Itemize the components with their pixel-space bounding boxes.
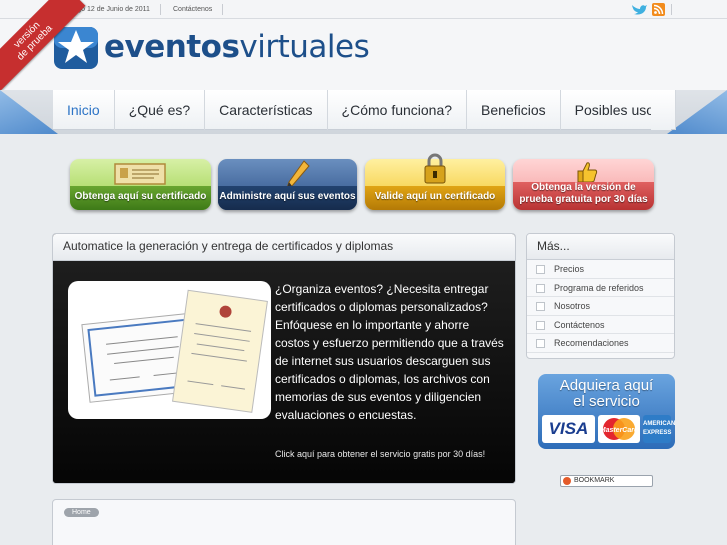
- get-certificate-button[interactable]: Obtenga aquí su certificado: [70, 159, 211, 210]
- sidebar-item-recomendaciones[interactable]: Recomendaciones: [527, 334, 674, 353]
- certificate-icon: [114, 163, 166, 185]
- breadcrumb-home[interactable]: Home: [64, 508, 99, 517]
- certificates-image: [68, 281, 271, 419]
- nav-item-que-es[interactable]: ¿Qué es?: [115, 90, 206, 130]
- sidebar-item-precios[interactable]: Precios: [527, 260, 674, 279]
- buy-service-banner[interactable]: Adquiera aquí el servicio VISA MasterCar…: [538, 374, 675, 449]
- bookmark-label: BOOKMARK: [574, 477, 615, 484]
- bullet-icon: [536, 320, 545, 330]
- divider: [222, 4, 223, 15]
- mastercard-text: MasterCard: [600, 427, 639, 434]
- sidebar-item-label: Programa de referidos: [554, 282, 644, 293]
- validate-certificate-button[interactable]: Valide aquí un certificado: [365, 153, 505, 210]
- manage-events-label: Administre aquí sus eventos: [219, 191, 356, 202]
- free-trial-link[interactable]: Click aquí para obtener el servicio grat…: [275, 449, 485, 459]
- top-bar: mingo 12 de Junio de 2011 Contáctenos: [0, 0, 727, 19]
- intro-body: ¿Organiza eventos? ¿Necesita entregar ce…: [53, 261, 515, 483]
- content-panel: Home: [52, 499, 516, 545]
- star-icon[interactable]: [53, 26, 99, 70]
- rss-icon[interactable]: [652, 3, 665, 16]
- main-nav: Inicio ¿Qué es? Características ¿Cómo fu…: [53, 90, 677, 130]
- nav-item-beneficios[interactable]: Beneficios: [467, 90, 561, 130]
- divider: [671, 4, 672, 15]
- bookmark-button[interactable]: BOOKMARK: [560, 475, 653, 487]
- validate-certificate-label: Valide aquí un certificado: [374, 191, 496, 202]
- nav-item-inicio[interactable]: Inicio: [53, 90, 115, 130]
- nav-tail: [651, 90, 671, 130]
- site-header: eventosvirtuales: [0, 19, 727, 91]
- thumbs-up-icon: [577, 162, 598, 183]
- get-certificate-label: Obtenga aquí su certificado: [74, 191, 207, 202]
- sidebar-item-nosotros[interactable]: Nosotros: [527, 297, 674, 316]
- logo-light: virtuales: [239, 29, 370, 65]
- sidebar-item-referidos[interactable]: Programa de referidos: [527, 279, 674, 297]
- twitter-icon[interactable]: [631, 3, 647, 16]
- bookmark-icon: [563, 477, 571, 485]
- manage-events-button[interactable]: Administre aquí sus eventos: [218, 159, 357, 210]
- sidebar-item-contactenos[interactable]: Contáctenos: [527, 316, 674, 334]
- free-trial-line2: prueba gratuita por 30 días: [519, 194, 648, 205]
- buy-title-line1: Adquiera aquí: [559, 377, 654, 394]
- amex-logo: AMERICAN EXPRESS: [643, 415, 675, 443]
- sidebar-title: Más...: [527, 234, 674, 260]
- nav-item-caracteristicas[interactable]: Características: [205, 90, 328, 130]
- free-trial-button[interactable]: Obtenga la versión de prueba gratuita po…: [513, 159, 654, 210]
- bullet-icon: [536, 265, 545, 274]
- buy-title-line2: el servicio: [573, 393, 640, 410]
- sidebar-item-label: Nosotros: [554, 301, 591, 311]
- intro-paragraph: ¿Organiza eventos? ¿Necesita entregar ce…: [275, 282, 504, 422]
- nav-item-como-funciona[interactable]: ¿Cómo funciona?: [328, 90, 468, 130]
- payment-cards: VISA MasterCard AMERICAN EXPRESS: [542, 415, 675, 443]
- bullet-icon: [536, 339, 545, 348]
- site-logo[interactable]: eventosvirtuales: [104, 29, 370, 65]
- nav-decoration-left: [0, 90, 58, 134]
- intro-panel: Automatice la generación y entrega de ce…: [52, 233, 516, 484]
- sidebar-item-label: Precios: [554, 264, 585, 274]
- top-contact-link[interactable]: Contáctenos: [173, 6, 212, 13]
- sidebar-item-label: Recomendaciones: [554, 338, 629, 348]
- logo-bold: eventos: [104, 29, 240, 65]
- intro-title: Automatice la generación y entrega de ce…: [53, 234, 515, 261]
- mastercard-logo: MasterCard: [598, 415, 640, 443]
- visa-logo: VISA: [542, 415, 595, 443]
- free-trial-line1: Obtenga la versión de: [531, 182, 636, 193]
- free-trial-label: Obtenga la versión de prueba gratuita po…: [513, 182, 654, 206]
- sidebar-item-label: Contáctenos: [554, 319, 605, 330]
- sidebar-more: Más... Precios Programa de referidos Nos…: [526, 233, 675, 359]
- divider: [160, 4, 161, 15]
- bullet-icon: [536, 283, 545, 293]
- lock-icon: [424, 153, 446, 184]
- bullet-icon: [536, 302, 545, 311]
